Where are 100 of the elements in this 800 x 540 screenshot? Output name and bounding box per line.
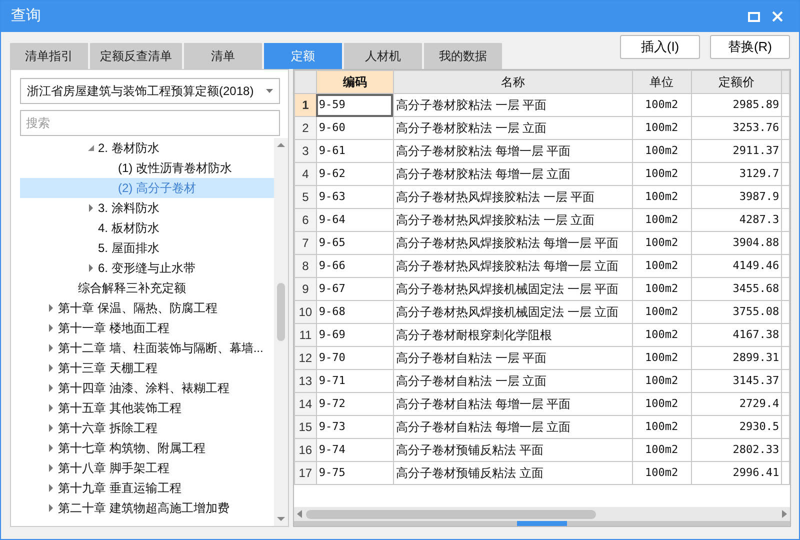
tree-item[interactable]: (1) 改性沥青卷材防水	[20, 158, 274, 178]
tree-item[interactable]: 第十一章 楼地面工程	[20, 318, 274, 338]
tree-item[interactable]: 第二十章 建筑物超高施工增加费	[20, 498, 274, 518]
expand-arrow-icon[interactable]	[46, 344, 54, 352]
column-header[interactable]: 单位	[632, 70, 692, 94]
table-cell: 2802.33	[691, 438, 782, 462]
table-cell: 高分子卷材预铺反粘法 立面	[393, 462, 632, 484]
tree-item[interactable]: 第十六章 拆除工程	[20, 418, 274, 438]
table-cell: 高分子卷材自粘法 一层 立面	[393, 370, 632, 392]
expand-arrow-icon[interactable]	[46, 464, 54, 472]
scrollbar-thumb[interactable]	[277, 283, 285, 341]
tab[interactable]: 定额反查清单	[90, 43, 182, 69]
tab[interactable]: 我的数据	[424, 43, 502, 69]
table-cell: 100m2	[632, 300, 692, 324]
table-cell: 高分子卷材热风焊接胶粘法 每增一层 平面	[393, 232, 632, 254]
row-number: 15	[294, 416, 316, 438]
table-cell: 100m2	[632, 254, 692, 278]
caret-icon	[266, 89, 273, 93]
tree-item[interactable]: 第十四章 油漆、涂料、裱糊工程	[20, 378, 274, 398]
table-cell: 9-72	[316, 392, 394, 416]
horizontal-scrollbar[interactable]	[294, 507, 790, 521]
table-cell: 2985.89	[691, 94, 782, 116]
collapse-arrow-icon[interactable]	[86, 144, 94, 152]
row-number: 9	[294, 278, 316, 300]
expand-arrow-icon[interactable]	[46, 484, 54, 492]
table-cell: 高分子卷材预铺反粘法 平面	[393, 438, 632, 462]
table-cell: 100m2	[632, 94, 692, 116]
tab[interactable]: 人材机	[344, 43, 422, 69]
table-cell: 4287.3	[691, 208, 782, 232]
table-cell: 9-61	[316, 140, 394, 162]
table-cell: 9-69	[316, 324, 394, 346]
action-button[interactable]: 替换(R)	[710, 35, 790, 59]
row-number: 17	[294, 462, 316, 484]
table-cell: 2930.5	[691, 416, 782, 438]
row-number: 7	[294, 232, 316, 254]
row-number: 4	[294, 162, 316, 186]
collapse-handle[interactable]	[517, 521, 567, 526]
vertical-scrollbar[interactable]	[274, 138, 288, 526]
tree-item[interactable]: 4. 板材防水	[20, 218, 274, 238]
quota-dropdown[interactable]: 浙江省房屋建筑与装饰工程预算定额(2018)	[20, 78, 280, 104]
tree-item[interactable]: 5. 屋面排水	[20, 238, 274, 258]
row-number: 6	[294, 208, 316, 232]
expand-arrow-icon[interactable]	[46, 384, 54, 392]
tree-item[interactable]: 第十五章 其他装饰工程	[20, 398, 274, 418]
tab[interactable]: 清单	[184, 43, 262, 69]
table-cell: 3755.08	[691, 300, 782, 324]
row-number: 2	[294, 116, 316, 140]
table-cell: 3455.68	[691, 278, 782, 300]
column-header[interactable]: 定额价	[691, 70, 782, 94]
table-cell: 100m2	[632, 438, 692, 462]
row-number: 10	[294, 300, 316, 324]
table-cell: 9-73	[316, 416, 394, 438]
tree-item[interactable]: 第十章 保温、隔热、防腐工程	[20, 298, 274, 318]
table-cell: 100m2	[632, 116, 692, 140]
expand-arrow-icon[interactable]	[46, 304, 54, 312]
table-cell: 4167.38	[691, 324, 782, 346]
expand-arrow-icon[interactable]	[46, 444, 54, 452]
tree-item[interactable]: 2. 卷材防水	[20, 138, 274, 158]
expand-arrow-icon[interactable]	[46, 364, 54, 372]
corner-cell	[294, 70, 316, 94]
tree-item[interactable]: 第十二章 墙、柱面装饰与隔断、幕墙...	[20, 338, 274, 358]
table-cell: 100m2	[632, 186, 692, 208]
tree-item[interactable]: 第十九章 垂直运输工程	[20, 478, 274, 498]
table-cell: 100m2	[632, 232, 692, 254]
action-button[interactable]: 插入(I)	[620, 35, 700, 59]
table-cell: 2899.31	[691, 346, 782, 370]
row-number: 3	[294, 140, 316, 162]
tree-item[interactable]: 6. 变形缝与止水带	[20, 258, 274, 278]
table-cell: 3129.7	[691, 162, 782, 186]
table-cell: 9-75	[316, 462, 394, 484]
search-field[interactable]: 搜索	[20, 110, 280, 136]
table-cell: 9-65	[316, 232, 394, 254]
expand-arrow-icon[interactable]	[46, 404, 54, 412]
tree-item[interactable]: 综合解释三补充定额	[20, 278, 274, 298]
column-header[interactable]: 名称	[393, 70, 632, 94]
table-cell: 4149.46	[691, 254, 782, 278]
table-cell: 2996.41	[691, 462, 782, 484]
table-cell: 9-60	[316, 116, 394, 140]
table-cell: 高分子卷材自粘法 每增一层 立面	[393, 416, 632, 438]
table-cell: 高分子卷材胶粘法 一层 立面	[393, 116, 632, 140]
table-cell: 高分子卷材胶粘法 每增一层 立面	[393, 162, 632, 186]
table-cell: 100m2	[632, 208, 692, 232]
expand-arrow-icon[interactable]	[86, 204, 94, 212]
tree-item[interactable]: 3. 涂料防水	[20, 198, 274, 218]
table-cell: 高分子卷材热风焊接机械固定法 一层 立面	[393, 300, 632, 324]
column-header[interactable]: 编码	[316, 70, 394, 94]
table-cell: 100m2	[632, 324, 692, 346]
table-cell: 100m2	[632, 346, 692, 370]
tree-item[interactable]: 第十八章 脚手架工程	[20, 458, 274, 478]
table-cell: 高分子卷材耐根穿刺化学阻根	[393, 324, 632, 346]
tree-item[interactable]: 第十三章 天棚工程	[20, 358, 274, 378]
tree-item[interactable]: 第十七章 构筑物、附属工程	[20, 438, 274, 458]
expand-arrow-icon[interactable]	[46, 504, 54, 512]
expand-arrow-icon[interactable]	[46, 424, 54, 432]
expand-arrow-icon[interactable]	[86, 264, 94, 272]
table-cell: 3145.37	[691, 370, 782, 392]
table-cell: 高分子卷材热风焊接胶粘法 一层 平面	[393, 186, 632, 208]
tab[interactable]: 清单指引	[10, 43, 88, 69]
expand-arrow-icon[interactable]	[46, 324, 54, 332]
table-cell: 高分子卷材胶粘法 一层 平面	[393, 94, 632, 116]
